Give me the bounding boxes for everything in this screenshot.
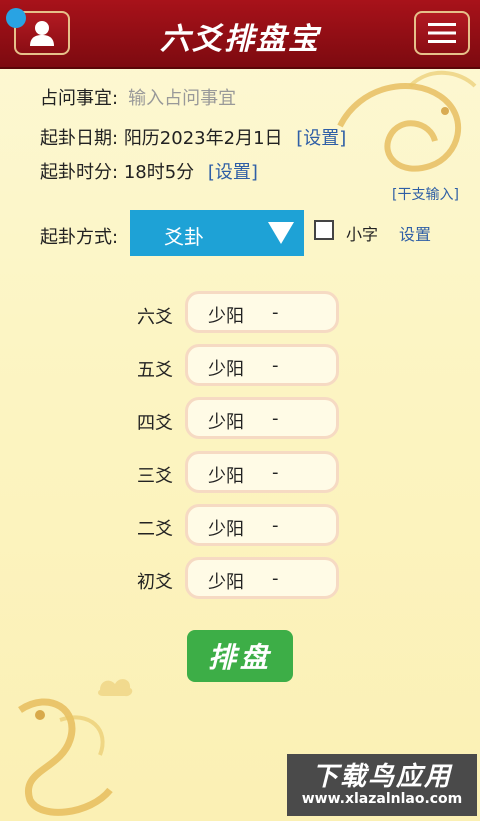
question-input[interactable]: 输入占问事宜 <box>128 88 236 109</box>
yao-symbol: - <box>272 515 279 536</box>
watermark-title: 下载鸟应用 <box>311 762 452 792</box>
yao-value: 少阳 <box>208 466 244 487</box>
yao-label-5: 五爻 <box>137 360 173 381</box>
yao-symbol: - <box>272 462 279 483</box>
date-label: 起卦日期: <box>40 128 119 149</box>
question-row: 占问事宜: 输入占问事宜 <box>40 84 236 110</box>
yao-label-6: 六爻 <box>137 307 173 328</box>
yao-value: 少阳 <box>208 412 244 433</box>
small-text-label: 小字 <box>346 225 379 244</box>
ganzhi-input-link[interactable]: [干支输入] <box>392 184 459 204</box>
yao-select-6[interactable]: 少阳 - <box>185 291 339 333</box>
yao-label-1: 初爻 <box>137 572 173 593</box>
question-label: 占问事宜: <box>40 88 119 109</box>
time-row: 起卦时分: 18时5分 [设置] <box>40 158 258 184</box>
date-settings-link[interactable]: [设置] <box>296 128 346 149</box>
yao-symbol: - <box>272 355 279 376</box>
yao-select-4[interactable]: 少阳 - <box>185 397 339 439</box>
time-settings-link[interactable]: [设置] <box>208 162 258 183</box>
yao-value: 少阳 <box>208 359 244 380</box>
dropdown-arrow-icon <box>268 222 294 244</box>
app-logo: 六爻排盘宝 <box>160 22 320 57</box>
user-icon <box>30 21 54 46</box>
date-row: 起卦日期: 阳历2023年2月1日 [设置] <box>40 124 346 150</box>
paipan-submit-button[interactable]: 排盘 <box>187 630 293 682</box>
yao-label-4: 四爻 <box>137 413 173 434</box>
yao-symbol: - <box>272 302 279 323</box>
method-select[interactable]: 爻卦 <box>130 210 304 256</box>
watermark-url: www.xlazalnlao.com <box>301 791 463 807</box>
hamburger-menu-icon <box>428 23 456 43</box>
yao-select-5[interactable]: 少阳 - <box>185 344 339 386</box>
yao-value: 少阳 <box>208 572 244 593</box>
menu-button[interactable] <box>414 11 470 55</box>
notification-dot <box>6 8 26 28</box>
date-value: 阳历2023年2月1日 <box>123 128 283 149</box>
watermark: 下载鸟应用 www.xlazalnlao.com <box>287 754 477 816</box>
yao-symbol: - <box>272 568 279 589</box>
app-header: 六爻排盘宝 <box>0 0 480 69</box>
cloud-decoration-icon <box>98 679 133 697</box>
yao-select-1[interactable]: 少阳 - <box>185 557 339 599</box>
yao-symbol: - <box>272 408 279 429</box>
time-label: 起卦时分: <box>40 162 119 183</box>
yao-select-3[interactable]: 少阳 - <box>185 451 339 493</box>
method-select-value: 爻卦 <box>164 225 204 249</box>
yao-value: 少阳 <box>208 519 244 540</box>
dragon-decoration-bottom-icon <box>18 698 113 816</box>
settings-link[interactable]: 设置 <box>399 221 431 245</box>
time-value: 18时5分 <box>123 162 195 183</box>
yao-label-3: 三爻 <box>137 466 173 487</box>
yao-value: 少阳 <box>208 306 244 327</box>
yao-select-2[interactable]: 少阳 - <box>185 504 339 546</box>
method-label: 起卦方式: <box>40 227 119 248</box>
small-text-checkbox[interactable] <box>314 220 334 240</box>
yao-label-2: 二爻 <box>137 519 173 540</box>
